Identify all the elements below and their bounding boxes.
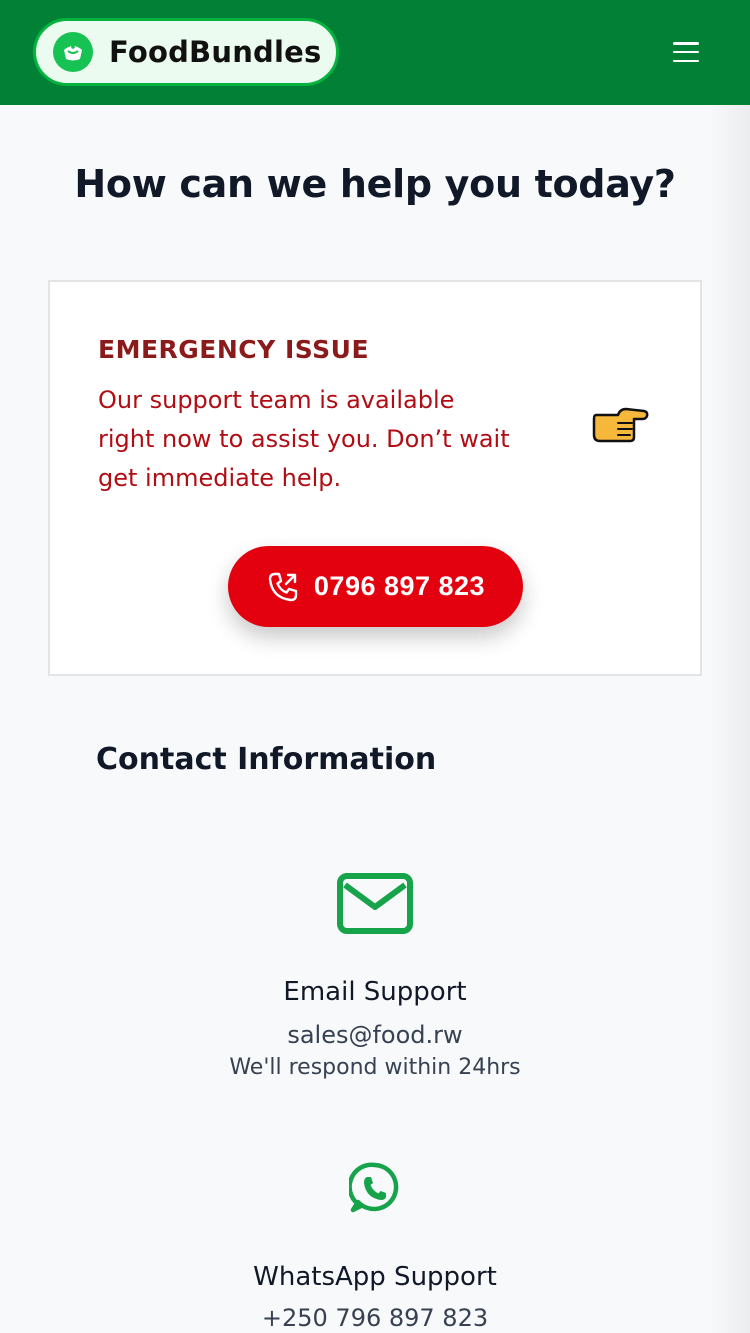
email-support-item: Email Support sales@food.rw We'll respon…	[0, 873, 750, 1080]
email-support-label: Email Support	[283, 977, 467, 1007]
emergency-title: EMERGENCY ISSUE	[98, 335, 370, 364]
pointing-hand-icon	[592, 407, 649, 443]
whatsapp-number[interactable]: +250 796 897 823	[0, 1304, 750, 1332]
mail-icon	[337, 873, 413, 934]
brand-name: FoodBundles	[109, 35, 322, 69]
email-response-note: We'll respond within 24hrs	[229, 1055, 521, 1080]
hamburger-menu-icon[interactable]	[670, 38, 702, 66]
emergency-card: EMERGENCY ISSUE Our support team is avai…	[48, 280, 702, 676]
emergency-description: Our support team is available right now …	[98, 386, 510, 492]
food-bowl-icon	[53, 32, 93, 72]
contact-section-title: Contact Information	[96, 742, 437, 777]
whatsapp-support-item: WhatsApp Support +250 796 897 823	[0, 1162, 750, 1332]
whatsapp-icon	[349, 1162, 399, 1213]
brand-logo[interactable]: FoodBundles	[33, 18, 339, 86]
page-title: How can we help you today?	[74, 162, 676, 206]
phone-call-icon	[268, 572, 298, 601]
phone-number: 0796 897 823	[313, 571, 486, 601]
top-header: FoodBundles	[0, 0, 750, 105]
scroll-shadow	[710, 105, 750, 1333]
call-emergency-button[interactable]: 0796 897 823	[228, 546, 523, 627]
whatsapp-support-label: WhatsApp Support	[253, 1262, 497, 1292]
email-address[interactable]: sales@food.rw	[0, 1021, 750, 1049]
